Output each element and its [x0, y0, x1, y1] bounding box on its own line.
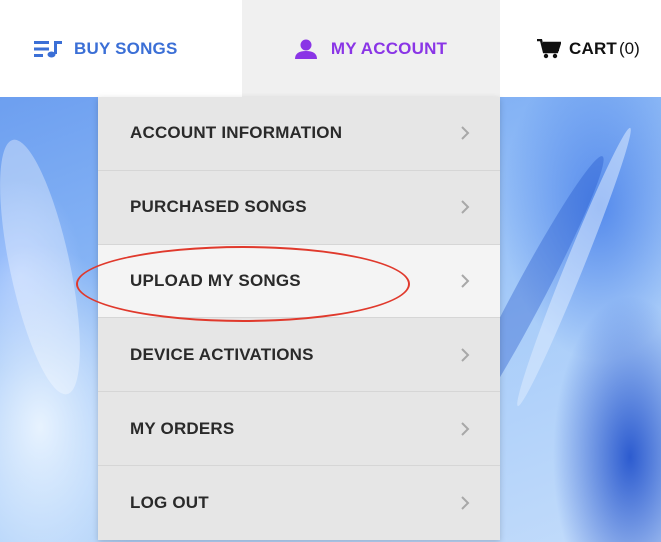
menu-item-my-orders[interactable]: MY ORDERS — [98, 392, 500, 466]
chevron-right-icon — [461, 496, 470, 510]
cart-count: (0) — [619, 38, 640, 58]
menu-item-label: LOG OUT — [130, 492, 209, 512]
menu-item-label: MY ORDERS — [130, 418, 235, 438]
my-account-label: MY ACCOUNT — [330, 38, 448, 58]
account-dropdown-menu: ACCOUNT INFORMATION PURCHASED SONGS UPLO… — [98, 97, 500, 540]
buy-songs-link[interactable]: BUY SONGS — [34, 0, 178, 97]
top-navigation: BUY SONGS MY ACCOUNT CART (0) — [0, 0, 661, 97]
menu-item-purchased-songs[interactable]: PURCHASED SONGS — [98, 171, 500, 245]
chevron-right-icon — [461, 348, 470, 362]
chevron-right-icon — [461, 274, 470, 288]
user-icon — [294, 39, 317, 59]
menu-item-label: UPLOAD MY SONGS — [130, 270, 301, 290]
buy-songs-label: BUY SONGS — [74, 38, 178, 58]
menu-item-device-activations[interactable]: DEVICE ACTIVATIONS — [98, 318, 500, 393]
menu-item-label: ACCOUNT INFORMATION — [130, 123, 343, 143]
chevron-right-icon — [461, 421, 470, 436]
hero-streak — [0, 133, 97, 401]
cart-label: CART — [569, 38, 618, 58]
menu-item-upload-my-songs[interactable]: UPLOAD MY SONGS — [98, 244, 500, 319]
cart-link[interactable]: CART (0) — [537, 0, 640, 97]
menu-item-label: DEVICE ACTIVATIONS — [130, 344, 314, 364]
menu-item-log-out[interactable]: LOG OUT — [98, 466, 500, 540]
chevron-right-icon — [461, 200, 470, 214]
cart-icon — [537, 38, 561, 58]
chevron-right-icon — [461, 126, 470, 141]
my-account-menu-button[interactable]: MY ACCOUNT — [242, 0, 500, 97]
menu-item-label: PURCHASED SONGS — [130, 197, 307, 217]
playlist-icon — [34, 40, 62, 57]
menu-item-account-information[interactable]: ACCOUNT INFORMATION — [98, 97, 500, 171]
